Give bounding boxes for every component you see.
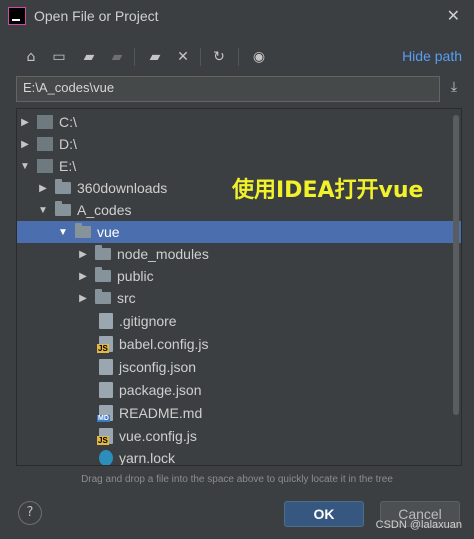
- folder-icon: [75, 223, 91, 238]
- download-icon[interactable]: ⤓: [444, 79, 464, 99]
- folder-icon: [95, 245, 111, 260]
- folder-icon: [95, 289, 111, 304]
- json-file-icon: [99, 382, 113, 398]
- tree-row-label: public: [117, 268, 154, 284]
- tree-row-label: vue.config.js: [119, 428, 197, 444]
- window-title: Open File or Project: [34, 8, 159, 24]
- tree-row-label: package.json: [119, 382, 202, 398]
- tree-row-babel-config[interactable]: babel.config.js: [17, 333, 461, 355]
- hide-path-link[interactable]: Hide path: [402, 48, 462, 64]
- chevron-right-icon[interactable]: ▶: [77, 248, 89, 260]
- toolbar: ⌂ ▭ ▰ ▰ ▰ ✕ ↻ ◉ Hide path: [0, 40, 474, 74]
- module-folder-icon[interactable]: ▰: [106, 46, 128, 68]
- tree-row-d-drive[interactable]: ▶ D:\: [17, 133, 461, 155]
- tree-row-label: babel.config.js: [119, 336, 209, 352]
- yarn-icon: [99, 450, 113, 465]
- path-row: E:\A_codes\vue ⤓: [16, 76, 464, 102]
- tree-row-package-json[interactable]: package.json: [17, 379, 461, 401]
- tree-row-label: C:\: [59, 114, 77, 130]
- tree-row-src[interactable]: ▶ src: [17, 287, 461, 309]
- chevron-down-icon[interactable]: ▼: [19, 160, 31, 172]
- js-file-icon: [97, 336, 113, 353]
- help-button[interactable]: ?: [18, 501, 42, 525]
- chevron-right-icon[interactable]: ▶: [77, 292, 89, 304]
- tree-row-readme[interactable]: README.md: [17, 402, 461, 424]
- chevron-right-icon[interactable]: ▶: [37, 182, 49, 194]
- chevron-right-icon[interactable]: ▶: [19, 138, 31, 150]
- drag-drop-hint: Drag and drop a file into the space abov…: [81, 474, 393, 485]
- folder-icon: [55, 179, 71, 194]
- tree-row-label: A_codes: [77, 202, 132, 218]
- tree-row-yarn-lock[interactable]: yarn.lock: [17, 447, 461, 466]
- title-bar: Open File or Project ✕: [0, 0, 474, 34]
- refresh-icon[interactable]: ↻: [208, 46, 230, 68]
- chevron-down-icon[interactable]: ▼: [37, 204, 49, 216]
- tree-row-jsconfig[interactable]: jsconfig.json: [17, 356, 461, 378]
- annotation-text: 使用IDEA打开vue: [232, 178, 424, 203]
- drive-icon: [37, 115, 53, 129]
- show-hidden-icon[interactable]: ◉: [248, 46, 270, 68]
- new-folder-icon[interactable]: ▰: [144, 46, 166, 68]
- home-icon[interactable]: ⌂: [20, 46, 42, 68]
- watermark: CSDN @lalaxuan: [375, 519, 462, 531]
- tree-row-node-modules[interactable]: ▶ node_modules: [17, 243, 461, 265]
- tree-row-label: README.md: [119, 405, 203, 421]
- tree-row-label: 360downloads: [77, 180, 168, 196]
- folder-icon: [95, 267, 111, 282]
- tree-row-label: src: [117, 290, 136, 306]
- tree-row-label: jsconfig.json: [119, 359, 197, 375]
- tree-row-label: .gitignore: [119, 313, 177, 329]
- tree-row-label: node_modules: [117, 246, 209, 262]
- tree-row-vue[interactable]: ▼ vue: [17, 221, 461, 243]
- chevron-right-icon[interactable]: ▶: [19, 116, 31, 128]
- desktop-icon[interactable]: ▭: [48, 46, 70, 68]
- chevron-down-icon[interactable]: ▼: [57, 226, 69, 238]
- intellij-logo-icon: [8, 7, 26, 25]
- path-input[interactable]: E:\A_codes\vue: [16, 76, 440, 102]
- file-tree[interactable]: ▶ C:\ ▶ D:\ ▼ E:\ ▶ 360downloads ▼ A_cod…: [16, 108, 462, 466]
- drive-icon: [37, 159, 53, 173]
- ok-button[interactable]: OK: [284, 501, 364, 527]
- js-file-icon: [97, 428, 113, 445]
- tree-row-gitignore[interactable]: .gitignore: [17, 310, 461, 332]
- chevron-right-icon[interactable]: ▶: [77, 270, 89, 282]
- tree-row-c-drive[interactable]: ▶ C:\: [17, 111, 461, 133]
- tree-row-public[interactable]: ▶ public: [17, 265, 461, 287]
- tree-row-vue-config[interactable]: vue.config.js: [17, 425, 461, 447]
- tree-row-label: vue: [97, 224, 120, 240]
- tree-scrollbar[interactable]: [453, 115, 459, 415]
- markdown-file-icon: [97, 405, 113, 422]
- json-file-icon: [99, 359, 113, 375]
- tree-row-label: D:\: [59, 136, 77, 152]
- drive-icon: [37, 137, 53, 151]
- close-icon[interactable]: ✕: [447, 6, 460, 25]
- folder-icon: [55, 201, 71, 216]
- tree-row-label: E:\: [59, 158, 77, 174]
- delete-icon[interactable]: ✕: [172, 46, 194, 68]
- project-folder-icon[interactable]: ▰: [78, 46, 100, 68]
- tree-row-label: yarn.lock: [119, 450, 176, 466]
- file-icon: [99, 313, 113, 329]
